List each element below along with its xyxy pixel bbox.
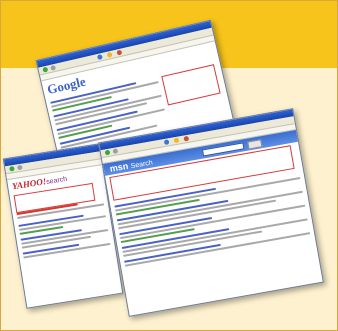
- yahoo-results-page: YAHOO!search: [7, 165, 115, 264]
- forward-icon[interactable]: [50, 64, 57, 71]
- home-icon[interactable]: [116, 49, 123, 56]
- highlighted-ad-box: [161, 64, 221, 106]
- back-icon[interactable]: [42, 66, 49, 73]
- favorites-icon[interactable]: [106, 51, 113, 58]
- back-icon[interactable]: [9, 165, 15, 172]
- forward-icon[interactable]: [16, 164, 23, 171]
- forward-icon[interactable]: [112, 148, 119, 155]
- msn-browser-window: msn Search: [98, 108, 324, 317]
- back-icon[interactable]: [104, 149, 111, 156]
- favorites-icon[interactable]: [173, 137, 180, 144]
- search-icon[interactable]: [96, 54, 103, 61]
- home-icon[interactable]: [183, 135, 190, 142]
- search-icon[interactable]: [163, 139, 170, 146]
